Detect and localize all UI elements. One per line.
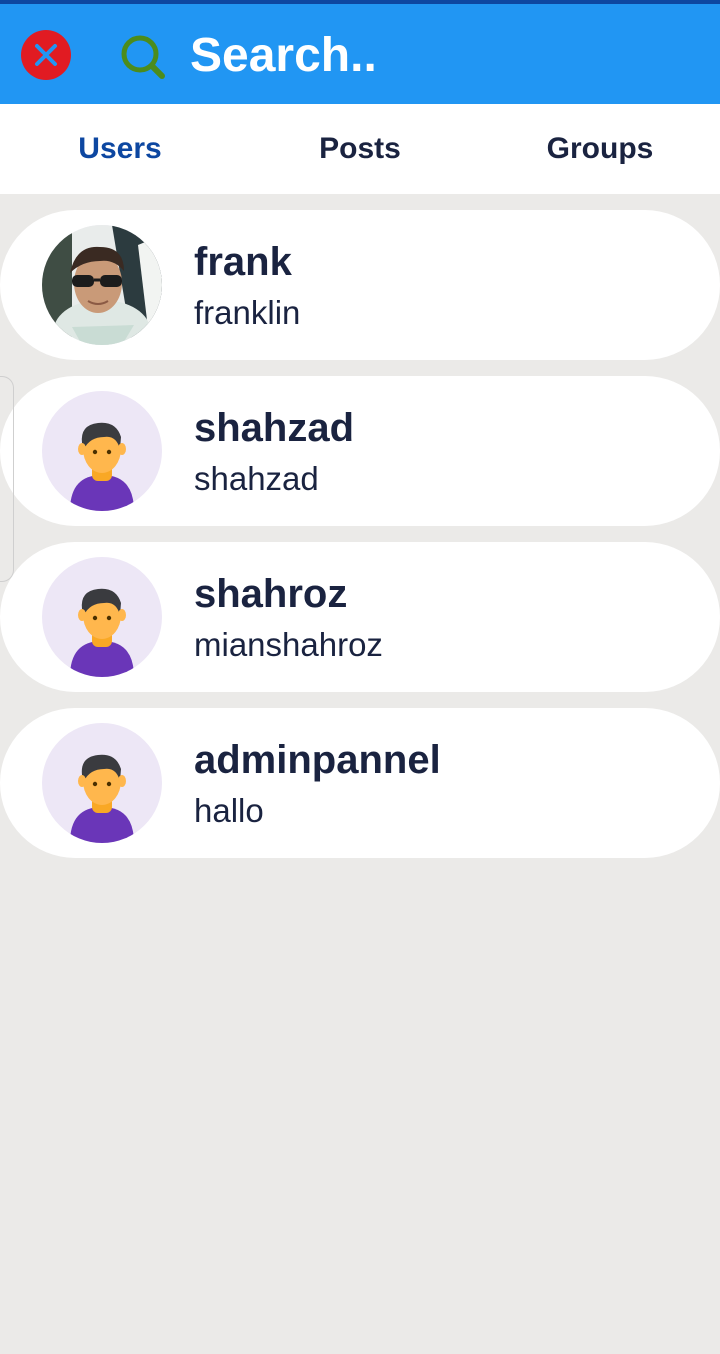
user-display-name: shahroz xyxy=(194,572,348,616)
user-display-name: shahzad xyxy=(194,406,355,450)
search-app-bar xyxy=(0,4,720,104)
default-avatar-icon xyxy=(70,422,134,511)
search-category-tabs: Users Posts Groups xyxy=(0,104,720,194)
search-icon xyxy=(121,35,165,79)
user-username: mianshahroz xyxy=(194,626,383,663)
user-results-list: frank franklin shahzad shahzad shahroz m… xyxy=(0,210,720,874)
tab-posts[interactable]: Posts xyxy=(240,104,480,194)
user-avatar xyxy=(42,723,162,843)
user-list-item[interactable]: shahroz mianshahroz xyxy=(0,542,720,692)
edge-panel-handle[interactable] xyxy=(0,376,14,582)
search-input[interactable] xyxy=(190,24,690,86)
close-search-button[interactable] xyxy=(21,30,71,80)
user-username: franklin xyxy=(194,294,301,331)
close-icon xyxy=(35,44,57,66)
user-list-item[interactable]: shahzad shahzad xyxy=(0,376,720,526)
user-avatar xyxy=(42,225,162,345)
default-avatar-icon xyxy=(70,588,134,677)
tab-groups[interactable]: Groups xyxy=(480,104,720,194)
user-display-name: frank xyxy=(194,240,292,284)
user-display-name: adminpannel xyxy=(194,738,441,782)
user-avatar xyxy=(42,557,162,677)
user-username: hallo xyxy=(194,792,264,829)
profile-photo xyxy=(42,225,162,345)
user-avatar xyxy=(42,391,162,511)
tab-users[interactable]: Users xyxy=(0,104,240,194)
user-list-item[interactable]: adminpannel hallo xyxy=(0,708,720,858)
user-list-item[interactable]: frank franklin xyxy=(0,210,720,360)
user-username: shahzad xyxy=(194,460,319,497)
default-avatar-icon xyxy=(70,754,134,843)
